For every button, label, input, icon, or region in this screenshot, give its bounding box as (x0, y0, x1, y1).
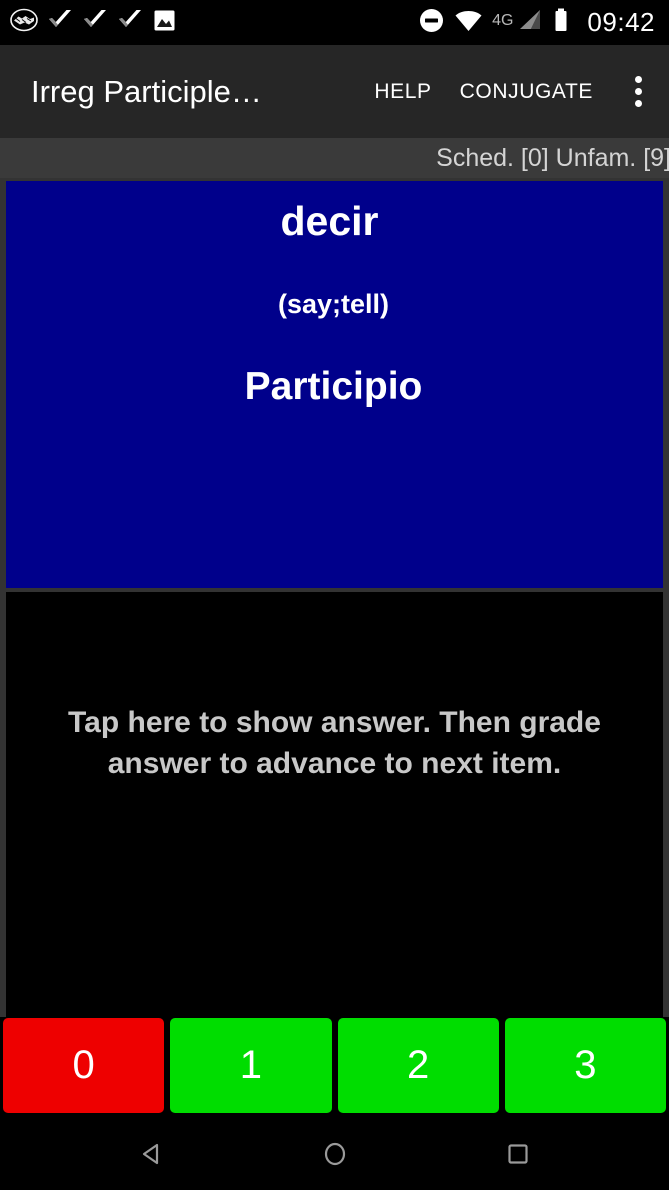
recents-square-icon[interactable] (488, 1124, 548, 1184)
back-triangle-icon[interactable] (122, 1124, 182, 1184)
do-not-disturb-icon (418, 7, 445, 39)
checkmark-icon (47, 7, 73, 38)
grade-button-2-label: 2 (407, 1043, 430, 1087)
grade-button-3[interactable]: 3 (504, 1017, 666, 1113)
grade-button-3-label: 3 (574, 1043, 597, 1087)
question-tense: Participio (244, 365, 423, 409)
signal-icon (518, 7, 544, 39)
question-term: decir (280, 198, 379, 244)
network-type-label: 4G (492, 11, 514, 29)
image-icon (152, 8, 177, 38)
home-circle-icon[interactable] (305, 1124, 365, 1184)
android-nav-bar (0, 1118, 669, 1190)
grade-button-row: 0 1 2 3 (0, 1017, 669, 1118)
app-bar: Irreg Participle… HELP CONJUGATE (0, 45, 669, 138)
answer-hint-text: Tap here to show answer. Then grade answ… (68, 706, 601, 780)
app-title: Irreg Participle… (31, 73, 262, 109)
grade-button-0[interactable]: 0 (3, 1017, 165, 1113)
overflow-menu-icon[interactable] (625, 70, 651, 114)
wifi-icon (454, 7, 483, 39)
status-bar-left-icons (10, 6, 177, 39)
clock: 09:42 (587, 7, 655, 37)
grade-button-1[interactable]: 1 (170, 1017, 332, 1113)
answer-card[interactable]: Tap here to show answer. Then grade answ… (6, 592, 663, 1017)
app-bar-actions: HELP CONJUGATE (374, 70, 651, 114)
checkmark-icon (117, 7, 143, 38)
grade-button-2[interactable]: 2 (337, 1017, 499, 1113)
grade-button-1-label: 1 (239, 1043, 262, 1087)
schedule-status-bar: Sched. [0] Unfam. [9] (0, 138, 669, 178)
battery-icon (553, 7, 569, 39)
phone-screen: 4G 09:42 Irreg Participle… HELP CONJUGAT… (0, 0, 669, 1190)
schedule-status-text: Sched. [0] Unfam. [9] (436, 143, 669, 172)
question-card[interactable]: decir (say;tell) Participio (6, 181, 663, 588)
conjugate-button[interactable]: CONJUGATE (460, 80, 593, 104)
checkmark-icon (82, 7, 108, 38)
status-bar-right-icons: 4G 09:42 (418, 7, 655, 39)
grade-button-0-label: 0 (72, 1043, 95, 1087)
help-button[interactable]: HELP (374, 80, 431, 104)
status-bar: 4G 09:42 (0, 0, 669, 45)
handshake-icon (10, 6, 38, 39)
flashcard-area: decir (say;tell) Participio Tap here to … (0, 178, 669, 1017)
question-gloss: (say;tell) (277, 289, 390, 320)
